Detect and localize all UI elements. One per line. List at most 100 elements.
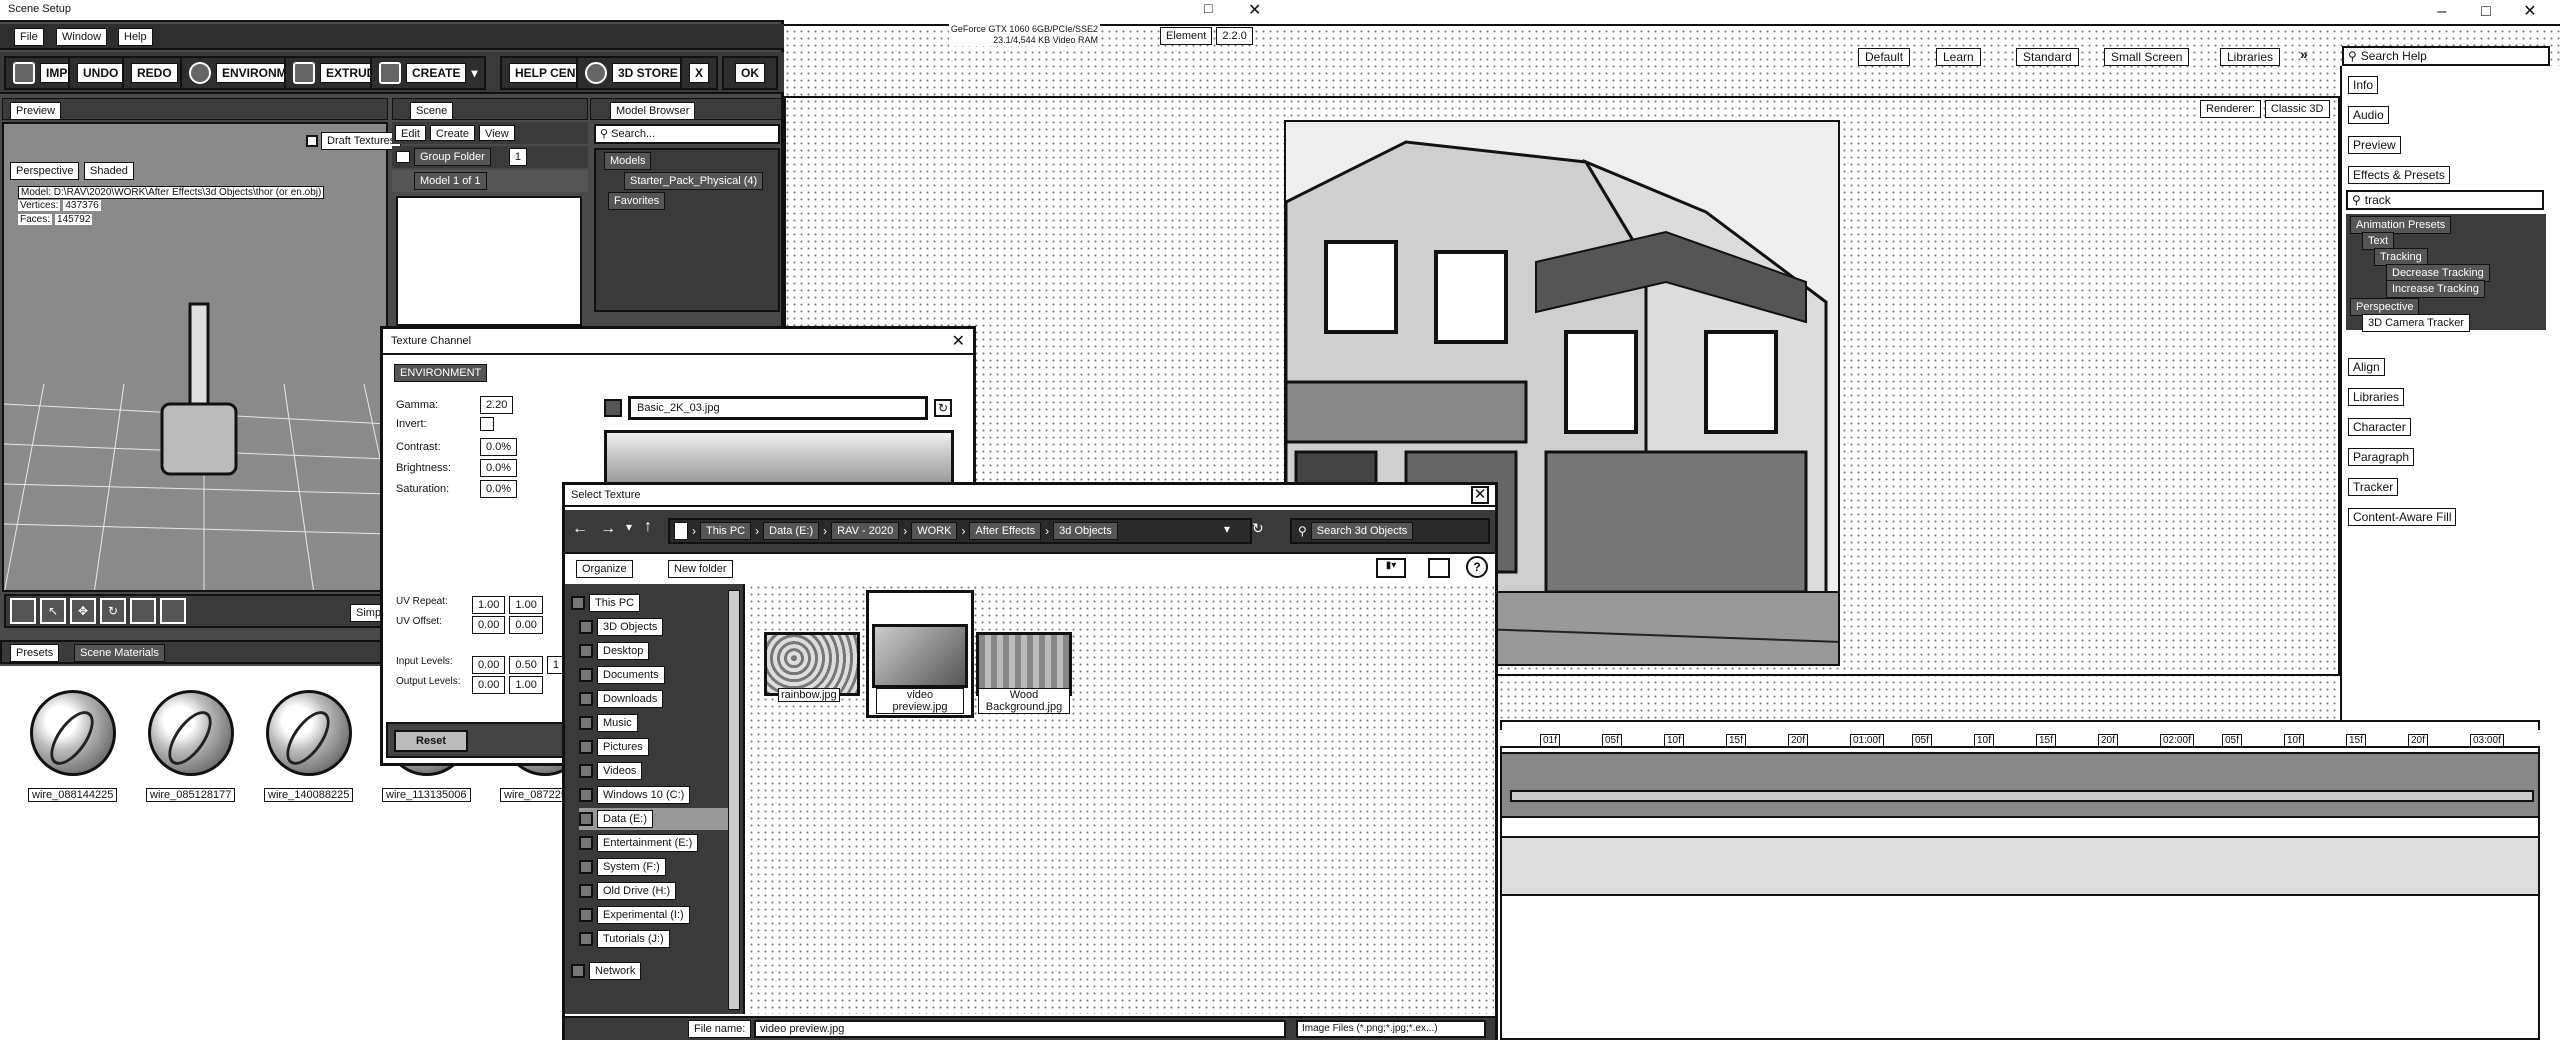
- refresh-icon[interactable]: ↻: [934, 399, 952, 417]
- breadcrumb-dropdown-icon[interactable]: ▾: [1224, 522, 1230, 536]
- texture-field-value[interactable]: 0.0%: [480, 459, 518, 477]
- breadcrumb-item[interactable]: WORK: [911, 522, 958, 540]
- file-type-dropdown[interactable]: Image Files (*.png;*.jpg;*.ex...): [1296, 1020, 1486, 1038]
- ok-button[interactable]: OK: [722, 56, 778, 90]
- workspace-small-screen[interactable]: Small Screen: [2104, 48, 2190, 66]
- material-swatch[interactable]: [148, 690, 234, 776]
- material-swatch[interactable]: [266, 690, 352, 776]
- sidebar-item[interactable]: Tutorials (J:): [579, 928, 670, 950]
- sidebar-scrollbar[interactable]: [728, 590, 740, 1010]
- group-count[interactable]: 1: [508, 148, 527, 166]
- model-tree-starter-pack[interactable]: Starter_Pack_Physical (4): [624, 172, 764, 190]
- texture-prev-icon[interactable]: [604, 399, 622, 417]
- close-icon[interactable]: ✕: [1471, 486, 1489, 504]
- ae-minimize-button[interactable]: –: [2420, 0, 2464, 26]
- renderer-dropdown[interactable]: Classic 3D: [2264, 100, 2330, 118]
- menu-window[interactable]: Window: [56, 28, 108, 46]
- scene-menu-view[interactable]: View: [479, 125, 515, 141]
- material-swatch[interactable]: [30, 690, 116, 776]
- search-help-field[interactable]: ⚲ Search Help: [2342, 46, 2550, 66]
- workspace-standard[interactable]: Standard: [2016, 48, 2079, 66]
- view-mode-dropdown[interactable]: Perspective: [10, 162, 80, 180]
- texture-filename[interactable]: Basic_2K_03.jpg: [628, 396, 928, 420]
- sidebar-item[interactable]: Videos: [579, 760, 643, 782]
- model-tree-favorites[interactable]: Favorites: [608, 192, 666, 210]
- panel-effects-presets[interactable]: Effects & Presets: [2348, 166, 2450, 184]
- uv-offset-v[interactable]: 0.00: [509, 616, 543, 634]
- organize-button[interactable]: Organize: [576, 560, 633, 578]
- rotate-tool-icon[interactable]: ↻: [100, 598, 126, 624]
- panel-preview[interactable]: Preview: [2348, 136, 2401, 154]
- back-arrow-icon[interactable]: ←: [572, 520, 588, 538]
- sidebar-item[interactable]: This PC: [571, 592, 641, 614]
- workspace-overflow-icon[interactable]: »: [2300, 46, 2308, 62]
- timeline-track[interactable]: [1500, 752, 2540, 818]
- close-icon[interactable]: ✕: [952, 331, 965, 351]
- texture-field-value[interactable]: 0.0%: [480, 480, 518, 498]
- scene-menu-create[interactable]: Create: [429, 125, 475, 141]
- scene-group-row[interactable]: Group Folder 1: [392, 146, 588, 168]
- redo-button[interactable]: REDO: [122, 56, 187, 90]
- sidebar-item[interactable]: 3D Objects: [579, 616, 664, 638]
- breadcrumb-item[interactable]: RAV - 2020: [831, 522, 900, 540]
- output-level-low[interactable]: 0.00: [472, 676, 506, 694]
- sidebar-item[interactable]: System (F:): [579, 856, 666, 878]
- uv-offset-u[interactable]: 0.00: [472, 616, 506, 634]
- sidebar-item[interactable]: Windows 10 (C:): [579, 784, 691, 806]
- effects-search-field[interactable]: ⚲ track: [2346, 190, 2544, 210]
- uv-repeat-v[interactable]: 1.00: [509, 596, 543, 614]
- sidebar-item[interactable]: Experimental (I:): [579, 904, 690, 926]
- file-thumb-rainbow[interactable]: [764, 632, 860, 696]
- shading-dropdown[interactable]: Shaded: [84, 162, 134, 180]
- refresh-icon[interactable]: ↻: [1252, 520, 1264, 537]
- move-tool-icon[interactable]: ✥: [70, 598, 96, 624]
- breadcrumb[interactable]: › This PC › Data (E:) › RAV - 2020 › WORK › After…: [668, 518, 1252, 544]
- file-thumb-video-preview[interactable]: [872, 624, 968, 688]
- sidebar-item[interactable]: Network: [571, 960, 642, 982]
- panel-audio[interactable]: Audio: [2348, 106, 2389, 124]
- sidebar-item[interactable]: Documents: [579, 664, 665, 686]
- panel-libraries[interactable]: Libraries: [2348, 388, 2405, 406]
- new-folder-button[interactable]: New folder: [668, 560, 733, 578]
- file-name-input[interactable]: video preview.jpg: [754, 1020, 1286, 1038]
- model-tree-root[interactable]: Models: [604, 152, 652, 170]
- panel-content-aware-fill[interactable]: Content-Aware Fill: [2348, 508, 2457, 526]
- scene-menu-edit[interactable]: Edit: [395, 125, 426, 141]
- draft-textures-toggle[interactable]: Draft Textures: [306, 132, 402, 150]
- forward-arrow-icon[interactable]: →: [600, 520, 616, 538]
- input-level-low[interactable]: 0.00: [472, 656, 506, 674]
- output-level-high[interactable]: 1.00: [509, 676, 543, 694]
- sidebar-item[interactable]: Entertainment (E:): [579, 832, 699, 854]
- panel-paragraph[interactable]: Paragraph: [2348, 448, 2415, 466]
- preview-pane-icon[interactable]: [1428, 558, 1450, 578]
- ae-maximize-button[interactable]: □: [2464, 0, 2508, 26]
- recent-chevron-icon[interactable]: ▾: [626, 520, 632, 534]
- workspace-default[interactable]: Default: [1858, 48, 1911, 66]
- model-search-field[interactable]: ⚲ Search...: [594, 124, 780, 144]
- sidebar-item[interactable]: Pictures: [579, 736, 649, 758]
- axis-tool-icon[interactable]: [160, 598, 186, 624]
- search-3d-objects-field[interactable]: ⚲ Search 3d Objects: [1290, 518, 1490, 544]
- sidebar-item[interactable]: Music: [579, 712, 638, 734]
- file-thumb-wood-background[interactable]: [976, 632, 1072, 696]
- breadcrumb-item[interactable]: This PC: [700, 522, 752, 540]
- reset-button[interactable]: Reset: [394, 730, 468, 752]
- menu-file[interactable]: File: [14, 28, 44, 46]
- sidebar-item[interactable]: Data (E:): [579, 808, 739, 830]
- tree-3d-camera-tracker[interactable]: 3D Camera Tracker: [2362, 314, 2470, 332]
- breadcrumb-item[interactable]: After Effects: [969, 522, 1042, 540]
- scene-max-button[interactable]: □: [1204, 0, 1212, 16]
- breadcrumb-item[interactable]: Data (E:): [763, 522, 820, 540]
- help-icon[interactable]: ?: [1466, 556, 1488, 578]
- workspace-libraries[interactable]: Libraries: [2220, 48, 2281, 66]
- ae-close-button[interactable]: ✕: [2508, 0, 2552, 26]
- breadcrumb-item[interactable]: 3d Objects: [1053, 522, 1118, 540]
- tree-increase-tracking[interactable]: Increase Tracking: [2386, 280, 2485, 298]
- texture-field-value[interactable]: [480, 417, 494, 431]
- 3d-store-button[interactable]: 3D STORE: [576, 56, 693, 90]
- create-button[interactable]: CREATE ▾: [370, 56, 487, 90]
- input-level-mid[interactable]: 0.50: [509, 656, 543, 674]
- texture-field-value[interactable]: 2.20: [480, 396, 514, 414]
- timeline-layer-bar[interactable]: [1510, 790, 2534, 802]
- cancel-button[interactable]: X: [680, 56, 719, 90]
